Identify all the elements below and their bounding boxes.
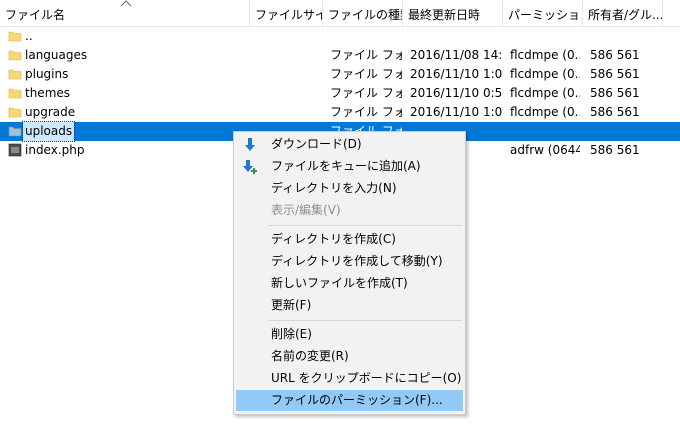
file-owner: 586 561: [590, 48, 640, 62]
file-permissions: flcdmpe (0...: [510, 67, 580, 81]
column-header-permissions[interactable]: パーミッション: [503, 0, 583, 26]
menu-item-download[interactable]: ダウンロード(D): [236, 134, 463, 155]
file-type: ファイル フォ...: [330, 67, 402, 81]
file-type: ファイル フォ...: [330, 86, 402, 100]
menu-item-file-permissions-label: ファイルのパーミッション(F)...: [271, 393, 443, 407]
context-menu: ダウンロード(D) ファイルをキューに追加(A) ディレクトリを入力(N) 表示…: [233, 131, 466, 415]
file-permissions: flcdmpe (0...: [510, 105, 580, 119]
column-header-filetype-label: ファイルの種類: [328, 8, 402, 22]
menu-item-rename-label: 名前の変更(R): [271, 349, 349, 363]
file-row-languages[interactable]: languages ファイル フォ... 2016/11/08 14:... f…: [0, 46, 680, 65]
column-header-modified-label: 最終更新日時: [408, 8, 481, 22]
file-row-parent[interactable]: ..: [0, 27, 680, 46]
menu-item-add-to-queue[interactable]: ファイルをキューに追加(A): [236, 156, 463, 177]
file-name: themes: [25, 86, 71, 100]
file-owner: 586 561: [590, 67, 640, 81]
folder-icon: [8, 88, 22, 99]
file-modified: 2016/11/10 1:0...: [410, 105, 502, 119]
file-permissions: flcdmpe (0...: [510, 86, 580, 100]
folder-icon: [8, 69, 22, 80]
file-owner: 586 561: [590, 105, 640, 119]
file-row-upgrade[interactable]: upgrade ファイル フォ... 2016/11/10 1:0... flc…: [0, 103, 680, 122]
file-row-plugins[interactable]: plugins ファイル フォ... 2016/11/10 1:0... flc…: [0, 65, 680, 84]
sort-ascending-icon: [120, 0, 132, 7]
file-name: plugins: [25, 67, 69, 81]
menu-item-download-label: ダウンロード(D): [271, 137, 362, 151]
php-file-icon: [8, 143, 22, 157]
menu-item-delete[interactable]: 削除(E): [236, 324, 463, 345]
menu-item-create-file-label: 新しいファイルを作成(T): [271, 276, 408, 290]
column-header-modified[interactable]: 最終更新日時: [403, 0, 503, 26]
file-row-themes[interactable]: themes ファイル フォ... 2016/11/10 0:5... flcd…: [0, 84, 680, 103]
column-header-filetype[interactable]: ファイルの種類: [323, 0, 403, 26]
column-header-filesize-label: ファイルサイズ: [255, 8, 322, 22]
menu-item-view-edit-label: 表示/編集(V): [271, 203, 341, 217]
menu-item-enter-directory-label: ディレクトリを入力(N): [271, 181, 397, 195]
file-modified: 2016/11/10 1:0...: [410, 67, 502, 81]
file-name: uploads: [21, 121, 76, 142]
menu-separator: [268, 225, 462, 226]
column-header-filename[interactable]: ファイル名: [0, 0, 250, 26]
folder-icon: [8, 31, 22, 42]
menu-item-refresh[interactable]: 更新(F): [236, 295, 463, 316]
file-type: ファイル フォ...: [330, 105, 402, 119]
column-header-owner[interactable]: 所有者/グル...: [583, 0, 663, 26]
file-permissions: adfrw (0644): [510, 143, 580, 157]
menu-item-add-to-queue-label: ファイルをキューに追加(A): [271, 159, 421, 173]
menu-separator: [268, 320, 462, 321]
add-to-queue-icon: [243, 160, 257, 174]
menu-item-create-directory-enter[interactable]: ディレクトリを作成して移動(Y): [236, 251, 463, 272]
file-type: ファイル フォ...: [330, 48, 402, 62]
file-owner: 586 561: [590, 86, 640, 100]
menu-item-rename[interactable]: 名前の変更(R): [236, 346, 463, 367]
menu-item-delete-label: 削除(E): [271, 327, 312, 341]
file-name: upgrade: [25, 105, 76, 119]
menu-item-create-file[interactable]: 新しいファイルを作成(T): [236, 273, 463, 294]
file-modified: 2016/11/10 0:5...: [410, 86, 502, 100]
menu-item-refresh-label: 更新(F): [271, 298, 312, 312]
file-name: ..: [25, 29, 33, 43]
file-owner: 586 561: [590, 143, 640, 157]
menu-item-view-edit: 表示/編集(V): [236, 200, 463, 221]
folder-icon: [8, 50, 22, 61]
menu-item-create-directory-enter-label: ディレクトリを作成して移動(Y): [271, 254, 443, 268]
column-header-permissions-label: パーミッション: [508, 8, 582, 22]
folder-icon: [8, 126, 22, 137]
column-header-filesize[interactable]: ファイルサイズ: [250, 0, 323, 26]
column-header-filename-label: ファイル名: [5, 8, 66, 22]
menu-item-create-directory-label: ディレクトリを作成(C): [271, 232, 396, 246]
file-name: index.php: [25, 143, 85, 157]
menu-item-copy-url[interactable]: URL をクリップボードにコピー(O): [236, 368, 463, 389]
file-modified: 2016/11/08 14:...: [410, 48, 502, 62]
column-header-owner-label: 所有者/グル...: [588, 8, 663, 22]
download-arrow-icon: [245, 138, 255, 151]
menu-item-copy-url-label: URL をクリップボードにコピー(O): [271, 371, 462, 385]
menu-item-create-directory[interactable]: ディレクトリを作成(C): [236, 229, 463, 250]
file-list-header: ファイル名 ファイルサイズ ファイルの種類 最終更新日時 パーミッション 所有者…: [0, 0, 680, 27]
file-permissions: flcdmpe (0...: [510, 48, 580, 62]
file-name: languages: [25, 48, 88, 62]
folder-icon: [8, 107, 22, 118]
menu-item-enter-directory[interactable]: ディレクトリを入力(N): [236, 178, 463, 199]
menu-item-file-permissions[interactable]: ファイルのパーミッション(F)...: [236, 390, 463, 411]
